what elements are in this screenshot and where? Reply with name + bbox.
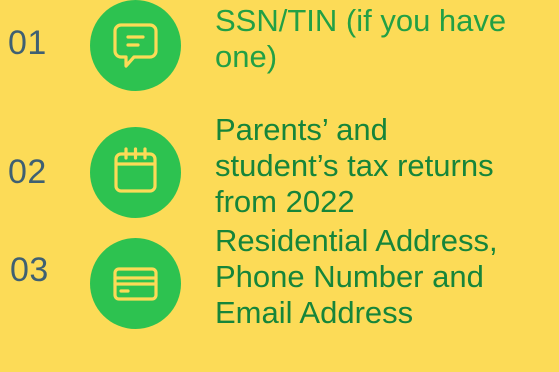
item-text: SSN/TIN (if you have one) [215,3,559,75]
item-text-line: one) [215,39,278,74]
chat-bubble-icon [90,0,181,91]
item-text-line: Residential Address, [215,223,498,258]
item-text-line: from 2022 [215,184,355,219]
item-number: 01 [8,24,47,62]
item-number: 02 [8,153,47,191]
credit-card-icon [90,238,181,329]
item-text: Parents’ and student’s tax returns from … [215,112,559,220]
calendar-icon [90,127,181,218]
item-text-line: student’s tax returns [215,148,494,183]
item-text-line: SSN/TIN (if you have [215,3,507,38]
item-text: Residential Address, Phone Number and Em… [215,223,559,331]
item-text-line: Parents’ and [215,112,388,147]
item-text-line: Email Address [215,295,414,330]
item-number: 03 [10,251,49,289]
item-text-line: Phone Number and [215,259,484,294]
